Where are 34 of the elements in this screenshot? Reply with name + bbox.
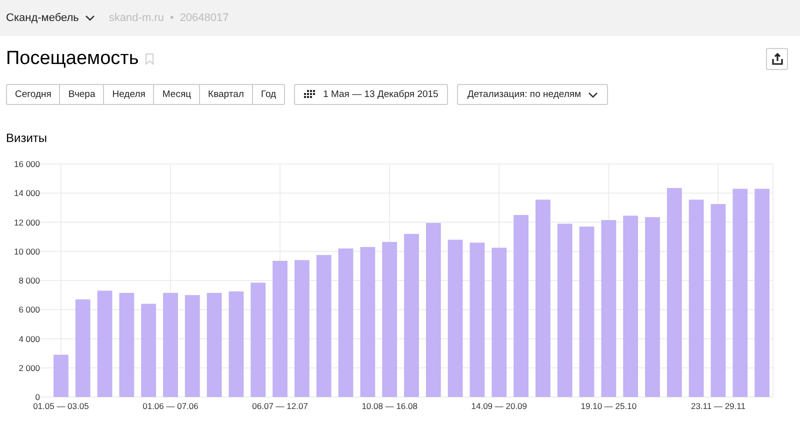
period-tab[interactable]: Квартал <box>200 84 253 105</box>
period-tab[interactable]: Год <box>252 84 286 105</box>
detail-dropdown[interactable]: Детализация: по неделям <box>457 84 608 105</box>
x-axis-label: 06.07 — 12.07 <box>252 401 308 411</box>
x-axis-label: 19.10 — 25.10 <box>580 401 637 411</box>
x-axis-label: 23.11 — 29.11 <box>690 401 746 411</box>
x-axis-label: 10.08 — 16.08 <box>362 401 418 411</box>
separator-dot: • <box>170 12 174 24</box>
share-icon <box>772 53 782 65</box>
calendar-grid-icon <box>304 90 316 99</box>
chevron-down-icon <box>84 15 95 21</box>
y-axis-label: 12 000 <box>14 217 40 228</box>
counter-dropdown[interactable]: Сканд-мебель <box>6 12 95 24</box>
date-range-button[interactable]: 1 Мая — 13 Декабря 2015 <box>294 84 448 105</box>
visits-bar <box>54 354 68 397</box>
chevron-down-icon <box>588 92 598 98</box>
y-axis-label: 10 000 <box>14 246 40 256</box>
x-axis-label: 01.05 — 03.05 <box>33 401 89 411</box>
x-axis-label: 14.09 — 20.09 <box>471 401 528 411</box>
period-tab[interactable]: Неделя <box>104 84 154 105</box>
export-button[interactable] <box>766 48 788 70</box>
y-axis-label: 8 000 <box>18 276 40 286</box>
y-axis-label: 14 000 <box>14 188 40 198</box>
y-axis-label: 2 000 <box>18 362 40 373</box>
page-title: Посещаемость <box>6 48 139 70</box>
chart-title: Визиты <box>5 130 48 145</box>
period-tab[interactable]: Месяц <box>154 84 200 105</box>
y-axis-label: 0 <box>35 392 40 402</box>
y-axis-label: 6 000 <box>18 304 40 315</box>
period-tab[interactable]: Сегодня <box>6 84 60 105</box>
x-axis-label: 01.06 — 07.06 <box>142 401 198 411</box>
y-axis-label: 16 000 <box>14 159 40 169</box>
y-axis-label: 4 000 <box>18 334 40 344</box>
period-tab[interactable]: Вчера <box>60 84 104 105</box>
